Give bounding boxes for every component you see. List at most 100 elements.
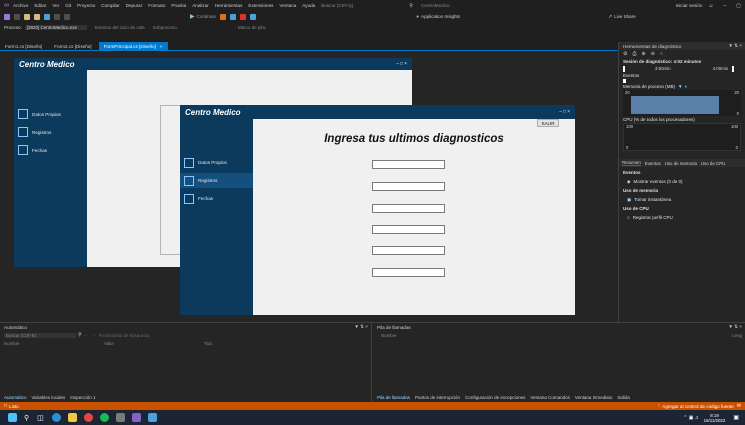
form-app-icon[interactable]: [147, 413, 157, 422]
search-icon[interactable]: ⚲: [409, 3, 413, 9]
new-project-icon[interactable]: [24, 13, 30, 20]
front-side-fechas[interactable]: Fechas: [180, 191, 253, 206]
menu-proyecto[interactable]: Proyecto: [77, 3, 95, 8]
diagnostic-textbox-2[interactable]: [372, 182, 445, 191]
front-side-registros[interactable]: Registros: [180, 173, 253, 188]
record-cpu-link[interactable]: ○ Registrar perfil CPU: [619, 214, 745, 221]
tab-form1[interactable]: Form1.cs [Diseño]: [0, 42, 47, 51]
menu-ver[interactable]: Ver: [52, 3, 59, 8]
tab-config-excepciones[interactable]: Configuración de excepciones: [465, 395, 525, 400]
tab-puntos-interrupcion[interactable]: Puntos de interrupción: [415, 395, 460, 400]
window-buttons-icon[interactable]: –□×: [396, 61, 408, 67]
continue-button[interactable]: Continuar: [197, 14, 217, 19]
open-icon[interactable]: [34, 13, 40, 20]
clock[interactable]: 8:19 16/11/2022: [704, 413, 726, 423]
back-form-titlebar[interactable]: Centro Medico –□×: [14, 58, 412, 70]
menu-prueba[interactable]: Prueba: [171, 3, 186, 8]
pin-icon[interactable]: ▼ ⇅ ×: [728, 43, 742, 49]
diagnostic-textbox-1[interactable]: [372, 160, 445, 169]
autos-search-input[interactable]: Buscar (Ctrl+E): [4, 332, 76, 338]
diagnostic-textbox-3[interactable]: [372, 204, 445, 213]
diagnostic-textbox-5[interactable]: [372, 246, 445, 255]
search-icon[interactable]: ⚲: [24, 414, 29, 422]
pause-icon[interactable]: [230, 13, 237, 20]
front-form-titlebar[interactable]: Centro Medico –□×: [180, 105, 575, 119]
search-box[interactable]: Buscar (Ctrl+Q): [321, 3, 353, 8]
pin-icon[interactable]: ▼ ⇅ ×: [354, 324, 368, 330]
col-nombre[interactable]: Nombre: [4, 341, 104, 346]
menu-formato[interactable]: Formato: [148, 3, 165, 8]
forward-icon[interactable]: [14, 13, 20, 20]
chrome-icon[interactable]: [83, 413, 93, 422]
stop-icon[interactable]: [240, 13, 247, 20]
continue-icon[interactable]: ▶: [190, 13, 195, 20]
back-side-registros[interactable]: Registros: [14, 125, 87, 139]
back-side-fechas[interactable]: Fechas: [14, 143, 87, 157]
save-icon[interactable]: [44, 13, 50, 20]
tab-uso-memoria[interactable]: Uso de memoria: [665, 161, 697, 166]
tab-eventos[interactable]: Eventos: [645, 161, 661, 166]
take-snapshot-link[interactable]: ▣ Tomar instantánea: [619, 196, 745, 203]
minimize-icon[interactable]: –: [724, 3, 727, 9]
tab-automatico[interactable]: Automático: [4, 395, 27, 400]
add-source-control[interactable]: Agregar al control de código fuente: [662, 404, 734, 409]
diagnostic-textbox-4[interactable]: [372, 225, 445, 234]
menu-ventana[interactable]: Ventana: [279, 3, 296, 8]
tab-resumen[interactable]: Resumen: [622, 160, 641, 166]
user-icon[interactable]: ☺: [708, 3, 713, 9]
tab-inspeccion[interactable]: Inspección 1: [70, 395, 95, 400]
diagnostic-textbox-6[interactable]: [372, 268, 445, 277]
explorer-icon[interactable]: [67, 413, 77, 422]
settings-app-icon[interactable]: [115, 413, 125, 422]
flame-icon[interactable]: [220, 13, 227, 20]
menu-herramientas[interactable]: Herramientas: [215, 3, 243, 8]
menu-ayuda[interactable]: Ayuda: [302, 3, 315, 8]
tab-pila-llamadas[interactable]: Pila de llamadas: [377, 395, 410, 400]
back-icon[interactable]: ←: [84, 332, 89, 338]
tab-variables-locales[interactable]: Variables locales: [32, 395, 66, 400]
menu-analizar[interactable]: Analizar: [192, 3, 209, 8]
settings-icon[interactable]: ⚙: [623, 51, 627, 57]
col-nombre[interactable]: Nombre: [381, 333, 397, 338]
tab-formprincipal[interactable]: FormPrincipal.cs [Diseño] ×: [98, 41, 168, 51]
tray-icons[interactable]: ⌃ ▣ ♫: [683, 415, 698, 421]
window-buttons-icon[interactable]: –□×: [559, 109, 571, 115]
front-form-window[interactable]: Centro Medico –□× Datos Propios Registro…: [180, 105, 575, 315]
process-select[interactable]: [3920] CentroMedico.exe: [24, 25, 88, 30]
app-insights-button[interactable]: Application Insights: [421, 14, 460, 19]
visual-studio-icon[interactable]: [131, 413, 141, 422]
undo-icon[interactable]: [54, 13, 60, 20]
front-side-datos[interactable]: Datos Propios: [180, 155, 253, 170]
spotify-icon[interactable]: [99, 413, 109, 422]
menu-depurar[interactable]: Depurar: [126, 3, 143, 8]
signin-link[interactable]: Iniciar sesión: [676, 3, 703, 8]
col-tipo[interactable]: Tipo: [204, 341, 212, 346]
maximize-icon[interactable]: ▢: [736, 3, 741, 9]
forward-icon[interactable]: →: [91, 332, 96, 338]
filter-icon[interactable]: ▼: [678, 84, 682, 89]
close-icon[interactable]: ×: [160, 44, 163, 49]
menu-compilar[interactable]: Compilar: [101, 3, 119, 8]
tab-form2[interactable]: Form2.cs [Diseño]: [49, 42, 96, 51]
redo-icon[interactable]: [64, 13, 70, 20]
notification-center-icon[interactable]: ▣: [733, 414, 739, 421]
edge-icon[interactable]: [51, 413, 61, 422]
export-icon[interactable]: ⎙: [632, 51, 636, 57]
salir-button[interactable]: SALIR: [537, 119, 559, 127]
windows-start-icon[interactable]: [8, 413, 17, 422]
tab-salida[interactable]: Salida: [617, 395, 630, 400]
pin-icon[interactable]: ▼ ⇅ ×: [728, 324, 742, 330]
menu-git[interactable]: Git: [65, 3, 71, 8]
reset-zoom-icon[interactable]: ○: [660, 51, 663, 57]
lifecycle-events[interactable]: Eventos del ciclo de vida: [95, 25, 145, 30]
task-view-icon[interactable]: ◫: [37, 414, 44, 422]
tab-ventana-inmediato[interactable]: Ventana Inmediato: [575, 395, 613, 400]
col-valor[interactable]: Valor: [104, 341, 204, 346]
restart-icon[interactable]: [250, 13, 257, 20]
show-events-link[interactable]: ◆ Mostrar eventos (0 de 0): [619, 178, 745, 185]
col-lenguaje[interactable]: Leng: [732, 333, 742, 338]
tab-uso-cpu[interactable]: Uso de CPU: [701, 161, 725, 166]
notifications-icon[interactable]: ✉: [737, 403, 741, 409]
menu-extensiones[interactable]: Extensiones: [248, 3, 273, 8]
back-side-datos[interactable]: Datos Propios: [14, 107, 87, 121]
